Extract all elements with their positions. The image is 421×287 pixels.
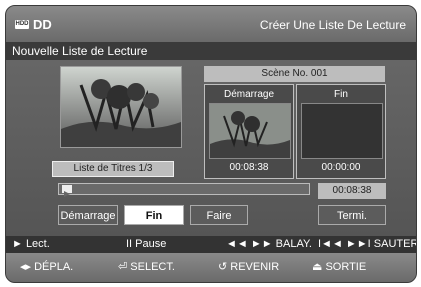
end-button[interactable]: Fin [124,205,184,225]
editor-panel: Liste de Titres 1/3 Scène No. 001 Démarr… [6,60,416,236]
move-hint: ◂▸ DÉPLA. [20,253,73,282]
app-title: DD [33,17,52,32]
move-label: DÉPLA. [34,261,74,273]
start-thumbnail [209,103,291,159]
hdd-icon: HDD [15,20,29,29]
forest-image-icon [61,67,181,147]
recorder-screen: HDD DD Créer Une Liste De Lecture Nouvel… [5,5,417,283]
end-thumbnail [301,103,383,159]
progress-marker[interactable] [62,185,72,197]
select-label: SELECT. [130,261,175,273]
exit-icon: ⏏ [312,261,326,273]
start-label: Démarrage [223,89,275,100]
title-thumbnail[interactable] [60,66,182,148]
bottom-nav: ◂▸ DÉPLA. ⏎ SELECT. ↺ REVENIR ⏏ SORTIE [6,253,416,282]
enter-icon: ⏎ [118,261,131,273]
play-marker-icon [64,191,70,197]
start-column[interactable]: Démarrage 00:08:38 [204,84,294,179]
screen-title: Créer Une Liste De Lecture [259,18,406,32]
titles-list-label: Liste de Titres 1/3 [52,161,174,177]
progress-bar[interactable] [58,183,310,197]
scene-number: Scène No. 001 [204,66,385,82]
exit-label: SORTIE [325,261,367,273]
scan-control: ◄◄ ►► BALAY. [226,238,312,250]
arrows-icon: ◂▸ [20,261,35,273]
playback-controls: ► Lect. II Pause ◄◄ ►► BALAY. I◄◄ ►►I SA… [6,236,416,253]
page-subtitle: Nouvelle Liste de Lecture [6,42,416,60]
start-button[interactable]: Démarrage [58,205,118,225]
skip-control: I◄◄ ►►I SAUTER [318,238,417,250]
finish-button[interactable]: Termi. [318,205,386,225]
return-icon: ↺ [218,261,231,273]
start-time: 00:08:38 [229,162,269,173]
select-hint: ⏎ SELECT. [118,253,175,282]
end-label: Fin [334,89,348,100]
forest-image-icon [210,104,290,158]
back-hint: ↺ REVENIR [218,253,279,282]
end-time: 00:00:00 [321,162,361,173]
end-column[interactable]: Fin 00:00:00 [296,84,386,179]
pause-control: II Pause [126,238,167,250]
exit-hint: ⏏ SORTIE [312,253,366,282]
make-button[interactable]: Faire [190,205,248,225]
play-control: ► Lect. [12,238,50,250]
top-bar: HDD DD Créer Une Liste De Lecture [6,6,416,42]
current-time: 00:08:38 [318,183,386,199]
back-label: REVENIR [230,261,280,273]
